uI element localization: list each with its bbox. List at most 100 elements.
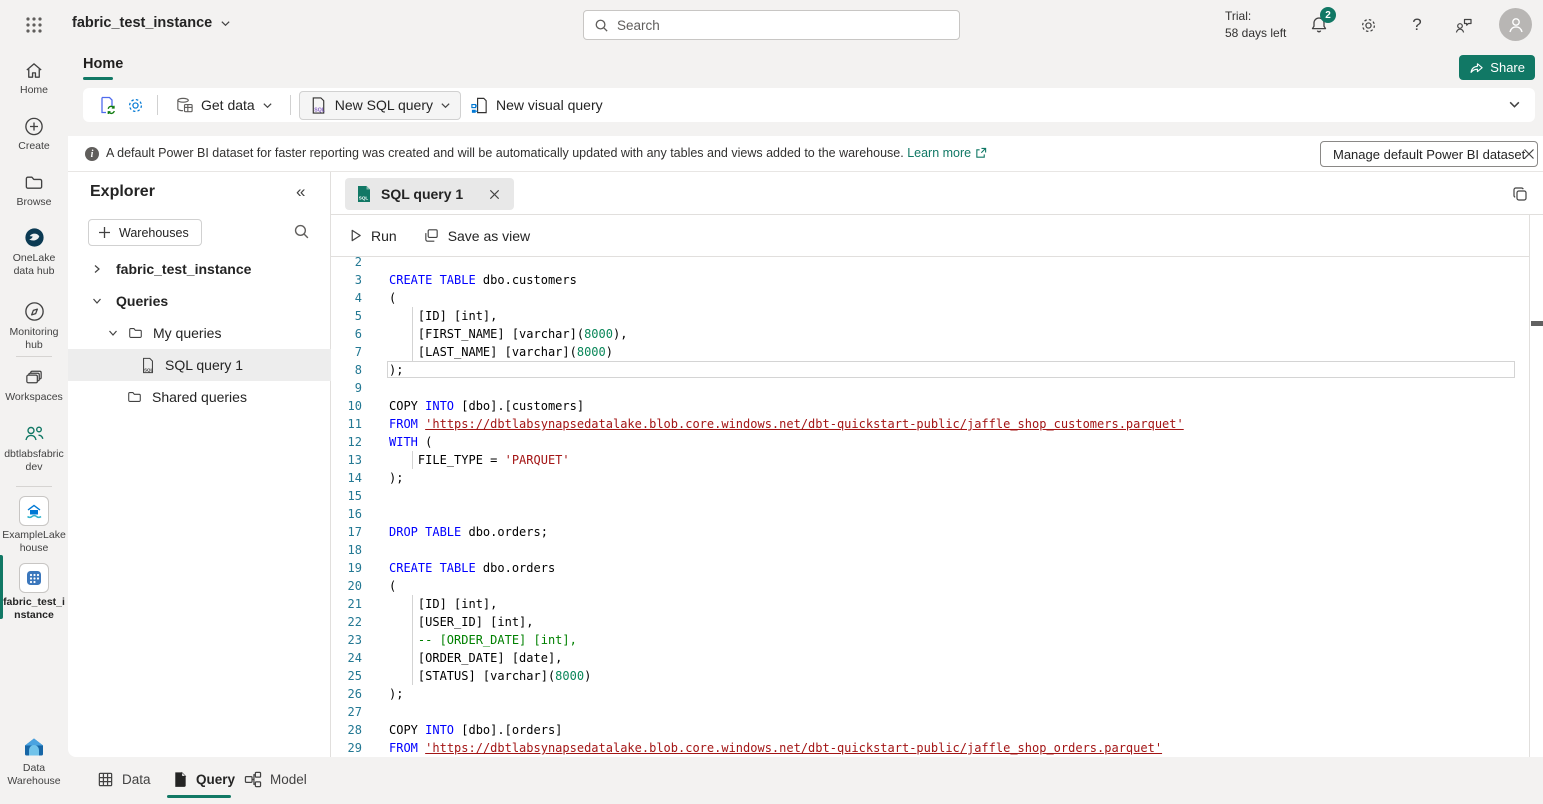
- code-line[interactable]: 24 [ORDER_DATE] [date],: [331, 649, 1529, 667]
- code-line[interactable]: 7 [LAST_NAME] [varchar](8000): [331, 343, 1529, 361]
- code-line[interactable]: 12WITH (: [331, 433, 1529, 451]
- code-line[interactable]: 11FROM 'https://dbtlabsynapsedatalake.bl…: [331, 415, 1529, 433]
- workspace-title: fabric_test_instance: [72, 15, 212, 31]
- code-line[interactable]: 29FROM 'https://dbtlabsynapsedatalake.bl…: [331, 739, 1529, 757]
- share-button[interactable]: Share: [1459, 55, 1535, 80]
- settings-button[interactable]: [1355, 12, 1381, 38]
- copy-icon[interactable]: [1511, 185, 1529, 203]
- app-launcher-icon[interactable]: [22, 13, 46, 37]
- tree-item-queries[interactable]: Queries: [68, 285, 331, 317]
- run-button[interactable]: Run: [348, 228, 397, 244]
- code-text: FROM 'https://dbtlabsynapsedatalake.blob…: [389, 415, 1184, 433]
- home-tab-underline: [83, 77, 113, 80]
- account-avatar[interactable]: [1499, 8, 1532, 41]
- code-line[interactable]: 15: [331, 487, 1529, 505]
- nav-data-warehouse[interactable]: Data Warehouse: [0, 735, 68, 788]
- code-line[interactable]: 6 [FIRST_NAME] [varchar](8000),: [331, 325, 1529, 343]
- settings-toolbar-button[interactable]: [121, 92, 149, 118]
- code-text: COPY INTO [dbo].[customers]: [389, 397, 584, 415]
- save-as-view-button[interactable]: Save as view: [423, 227, 530, 244]
- nav-home[interactable]: Home: [0, 60, 68, 97]
- get-data-button[interactable]: Get data: [166, 92, 282, 119]
- code-line[interactable]: 17DROP TABLE dbo.orders;: [331, 523, 1529, 541]
- new-sql-query-label: New SQL query: [335, 97, 433, 113]
- code-line[interactable]: 20(: [331, 577, 1529, 595]
- new-sql-query-button[interactable]: SQL New SQL query: [299, 91, 461, 120]
- nav-item-examplelakehouse[interactable]: ExampleLakehouse: [0, 496, 68, 555]
- tab-sql-query-1[interactable]: SQL SQL query 1: [345, 178, 514, 210]
- tab-title: SQL query 1: [381, 186, 463, 202]
- search-input[interactable]: [617, 18, 949, 33]
- tree-item-sql-query-1[interactable]: SQL SQL query 1: [68, 349, 331, 381]
- nav-workspace-dbtlabsfabricdev[interactable]: dbtlabsfabricdev: [0, 423, 68, 474]
- tab-home[interactable]: Home: [83, 56, 123, 72]
- left-nav-rail: Home Create Browse OneLake data hub Moni…: [0, 50, 68, 804]
- toolbar-collapse-chevron[interactable]: [1508, 98, 1521, 111]
- code-line[interactable]: 14);: [331, 469, 1529, 487]
- code-line[interactable]: 9: [331, 379, 1529, 397]
- help-button[interactable]: ?: [1404, 12, 1430, 38]
- code-text: DROP TABLE dbo.orders;: [389, 523, 548, 541]
- code-line[interactable]: 26);: [331, 685, 1529, 703]
- nav-monitoring-hub[interactable]: Monitoring hub: [0, 300, 68, 352]
- default-dataset-banner: i A default Power BI dataset for faster …: [68, 136, 1543, 172]
- code-line[interactable]: 18: [331, 541, 1529, 559]
- new-visual-query-button[interactable]: New visual query: [461, 92, 612, 119]
- run-icon: [348, 228, 363, 243]
- nav-label: Monitoring hub: [2, 326, 66, 352]
- bottom-tab-label: Query: [196, 772, 235, 787]
- home-icon: [23, 60, 45, 81]
- collapse-panel-icon[interactable]: «: [296, 182, 305, 202]
- current-line-highlight: [387, 361, 1515, 378]
- code-line[interactable]: 13 FILE_TYPE = 'PARQUET': [331, 451, 1529, 469]
- add-warehouses-button[interactable]: Warehouses: [88, 219, 202, 246]
- feedback-button[interactable]: [1450, 12, 1476, 38]
- code-line[interactable]: 19CREATE TABLE dbo.orders: [331, 559, 1529, 577]
- line-number: 20: [331, 577, 362, 595]
- global-search: [583, 10, 960, 40]
- nav-onelake-data-hub[interactable]: OneLake data hub: [0, 226, 68, 278]
- workspace-title-dropdown[interactable]: fabric_test_instance: [72, 15, 231, 31]
- refresh-semantic-model-button[interactable]: [93, 92, 121, 118]
- query-page-icon: [172, 771, 188, 788]
- nav-browse[interactable]: Browse: [0, 172, 68, 209]
- folder-icon: [126, 389, 143, 405]
- code-line[interactable]: 28COPY INTO [dbo].[orders]: [331, 721, 1529, 739]
- svg-text:SQL: SQL: [314, 107, 326, 113]
- chevron-down-icon: [92, 296, 102, 306]
- nav-item-fabric-test-instance[interactable]: fabric_test_instance: [0, 563, 68, 622]
- tree-item-my-queries[interactable]: My queries: [68, 317, 331, 349]
- explorer-search-icon[interactable]: [293, 223, 310, 240]
- bottom-tab-data[interactable]: Data: [97, 757, 151, 801]
- line-number: 21: [331, 595, 362, 613]
- code-line[interactable]: 2: [331, 257, 1529, 271]
- notification-badge: 2: [1320, 7, 1336, 23]
- code-line[interactable]: 25 [STATUS] [varchar](8000): [331, 667, 1529, 685]
- code-line[interactable]: 5 [ID] [int],: [331, 307, 1529, 325]
- editor-overview-ruler[interactable]: [1529, 215, 1543, 757]
- code-editor[interactable]: 23CREATE TABLE dbo.customers4(5 [ID] [in…: [331, 257, 1529, 757]
- learn-more-link[interactable]: Learn more: [907, 146, 987, 160]
- code-text: COPY INTO [dbo].[orders]: [389, 721, 562, 739]
- nav-label: ExampleLakehouse: [2, 529, 66, 555]
- code-lines: 23CREATE TABLE dbo.customers4(5 [ID] [in…: [331, 257, 1529, 757]
- code-line[interactable]: 22 [USER_ID] [int],: [331, 613, 1529, 631]
- nav-workspaces[interactable]: Workspaces: [0, 367, 68, 404]
- code-line[interactable]: 16: [331, 505, 1529, 523]
- code-line[interactable]: 23 -- [ORDER_DATE] [int],: [331, 631, 1529, 649]
- nav-create[interactable]: Create: [0, 116, 68, 153]
- tree-item-warehouse-root[interactable]: fabric_test_instance: [68, 253, 331, 285]
- bottom-tab-model[interactable]: Model: [244, 757, 307, 801]
- code-line[interactable]: 21 [ID] [int],: [331, 595, 1529, 613]
- line-number: 7: [331, 343, 362, 361]
- banner-close-icon[interactable]: [1520, 145, 1538, 163]
- code-line[interactable]: 3CREATE TABLE dbo.customers: [331, 271, 1529, 289]
- code-line[interactable]: 27: [331, 703, 1529, 721]
- code-line[interactable]: 4(: [331, 289, 1529, 307]
- tab-close-icon[interactable]: [488, 188, 501, 201]
- line-number: 18: [331, 541, 362, 559]
- tree-item-shared-queries[interactable]: Shared queries: [68, 381, 331, 413]
- manage-default-dataset-button[interactable]: Manage default Power BI dataset: [1320, 141, 1538, 167]
- code-line[interactable]: 8);: [331, 361, 1529, 379]
- code-line[interactable]: 10COPY INTO [dbo].[customers]: [331, 397, 1529, 415]
